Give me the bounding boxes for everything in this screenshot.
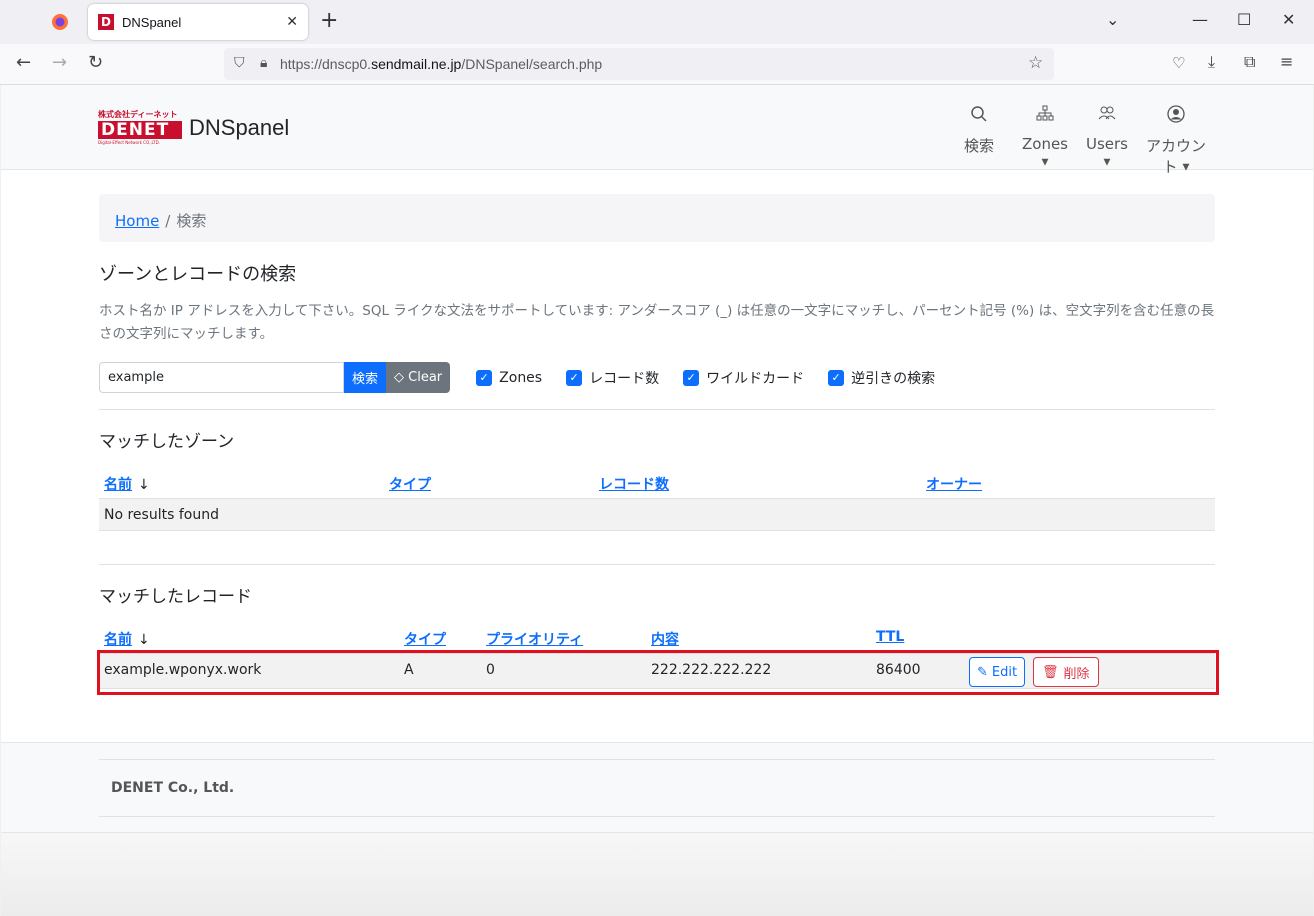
search-heading: ゾーンとレコードの検索 (99, 264, 297, 285)
sort-down-icon: ↓ (138, 632, 150, 648)
site-header: 株式会社ディーネット DENET Digital-Effect Network … (1, 85, 1313, 176)
new-tab-icon[interactable]: + (320, 10, 338, 32)
checkbox-wildcard[interactable]: ✓ ワイルドカード (683, 368, 804, 388)
nav-account-label: アカウント (1145, 137, 1206, 176)
nav-zones[interactable]: Zones ▼ (1017, 105, 1073, 171)
zones-col-name[interactable]: 名前 ↓ (104, 474, 150, 494)
browser-toolbar: ← → ↻ ⛉ 🔒︎ https://dnscp0.sendmail.ne.jp… (0, 44, 1314, 85)
browser-tab-bar: D DNSpanel ✕ + ⌄ — ☐ ✕ (0, 0, 1314, 44)
zones-col-owner[interactable]: オーナー (926, 474, 982, 494)
download-icon[interactable]: ⤓ (1208, 52, 1215, 72)
nav-search-label: 検索 (963, 137, 994, 155)
search-input[interactable] (99, 362, 344, 393)
caret-down-icon: ▼ (1041, 157, 1049, 168)
eraser-icon: ◇ (394, 370, 405, 385)
lock-icon[interactable]: 🔒︎ (260, 55, 267, 71)
tab-list-chevron-icon[interactable]: ⌄ (1106, 10, 1119, 29)
clear-button[interactable]: ◇ Clear (386, 362, 451, 393)
nav-users[interactable]: Users ▼ (1081, 105, 1133, 171)
tab-close-icon[interactable]: ✕ (286, 14, 298, 30)
nav-account[interactable]: アカウント ▼ (1139, 105, 1213, 177)
records-heading: マッチしたレコード (99, 587, 252, 607)
breadcrumb-current: 検索 (176, 212, 207, 230)
footer-text: DENET Co., Ltd. (111, 780, 235, 796)
no-results-text: No results found (104, 507, 219, 523)
caret-down-icon: ▼ (1182, 162, 1190, 173)
page-bottom-area (1, 833, 1313, 916)
table-row: No results found (99, 498, 1215, 531)
check-icon: ✓ (828, 369, 845, 386)
divider (99, 409, 1215, 410)
menu-icon[interactable]: ≡ (1280, 52, 1293, 71)
breadcrumb-separator: / (165, 212, 171, 230)
sort-down-icon: ↓ (138, 477, 150, 493)
pocket-icon[interactable]: ♡ (1172, 54, 1185, 72)
divider (99, 564, 1215, 565)
bookmark-star-icon[interactable]: ☆ (1028, 53, 1043, 73)
url-text[interactable]: https://dnscp0.sendmail.ne.jp/DNSpanel/s… (280, 56, 602, 72)
checkbox-records[interactable]: ✓ レコード数 (566, 368, 659, 388)
footer: DENET Co., Ltd. (1, 742, 1313, 833)
zones-heading: マッチしたゾーン (99, 432, 235, 452)
breadcrumb: Home / 検索 (99, 194, 1215, 242)
highlight-box (97, 650, 1219, 695)
firefox-view-icon[interactable] (48, 10, 72, 34)
records-col-name[interactable]: 名前 ↓ (104, 629, 150, 649)
minimize-icon[interactable]: — (1192, 10, 1208, 29)
brand-title[interactable]: DNSpanel (189, 115, 289, 141)
tab-title: DNSpanel (122, 14, 182, 30)
breadcrumb-home-link[interactable]: Home (115, 212, 159, 230)
search-button[interactable]: 検索 (344, 362, 387, 393)
zones-table-header: 名前 ↓ タイプ レコード数 オーナー (99, 470, 1215, 498)
records-col-priority[interactable]: プライオリティ (486, 629, 583, 649)
maximize-icon[interactable]: ☐ (1237, 10, 1251, 29)
records-col-content[interactable]: 内容 (651, 629, 679, 649)
people-icon (1081, 105, 1133, 127)
search-icon (961, 105, 997, 127)
nav-users-label: Users (1085, 135, 1128, 153)
page: 株式会社ディーネット DENET Digital-Effect Network … (1, 85, 1313, 916)
records-col-ttl[interactable]: TTL (876, 629, 904, 645)
records-table-header: 名前 ↓ タイプ プライオリティ 内容 TTL (99, 625, 1215, 653)
check-icon: ✓ (566, 369, 583, 386)
checkbox-zones[interactable]: ✓ Zones (476, 369, 542, 386)
records-col-type[interactable]: タイプ (404, 629, 446, 649)
check-icon: ✓ (476, 369, 493, 386)
check-icon: ✓ (683, 369, 700, 386)
tab-favicon-icon: D (98, 14, 114, 30)
zones-col-records[interactable]: レコード数 (599, 474, 669, 494)
reload-icon[interactable]: ↻ (88, 52, 103, 73)
nav-zones-label: Zones (1021, 135, 1068, 153)
forward-icon[interactable]: → (52, 52, 67, 73)
checkbox-reverse[interactable]: ✓ 逆引きの検索 (828, 368, 935, 388)
footer-inner: DENET Co., Ltd. (99, 759, 1215, 817)
back-icon[interactable]: ← (16, 52, 31, 73)
diagram-icon (1017, 105, 1073, 127)
close-window-icon[interactable]: ✕ (1282, 10, 1295, 29)
shield-icon[interactable]: ⛉ (234, 55, 245, 71)
search-form: 検索 ◇ Clear ✓Zones ✓レコード数 ✓ワイルドカード ✓逆引きの検… (99, 362, 935, 393)
browser-tab-active[interactable]: D DNSpanel ✕ (88, 4, 308, 40)
nav-search[interactable]: 検索 (961, 105, 997, 156)
company-logo[interactable]: 株式会社ディーネット DENET Digital-Effect Network … (98, 109, 182, 145)
zones-col-type[interactable]: タイプ (389, 474, 431, 494)
person-circle-icon (1139, 105, 1213, 127)
search-description: ホスト名か IP アドレスを入力して下さい。SQL ライクな文法をサポートしてい… (99, 303, 1215, 342)
url-bar[interactable]: ⛉ 🔒︎ https://dnscp0.sendmail.ne.jp/DNSpa… (224, 48, 1054, 80)
extensions-icon[interactable]: ⧉ (1244, 52, 1255, 72)
caret-down-icon: ▼ (1103, 157, 1111, 168)
